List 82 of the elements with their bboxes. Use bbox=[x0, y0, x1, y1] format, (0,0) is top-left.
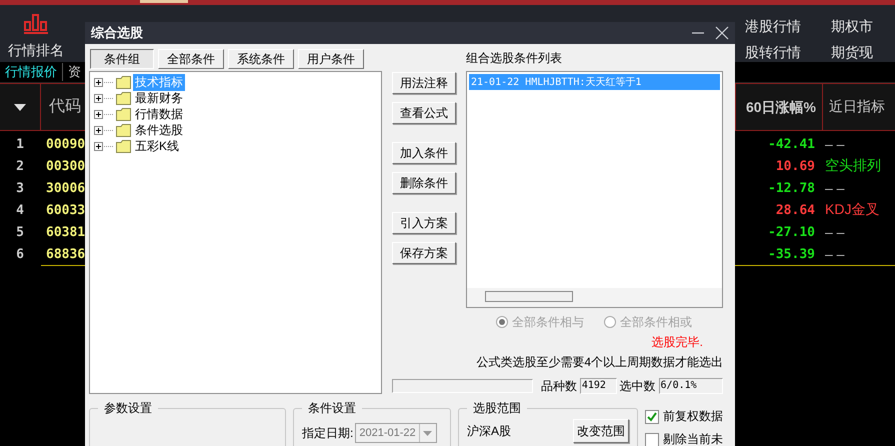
dropdown-caret-icon bbox=[423, 430, 432, 436]
indicator-signal: – – bbox=[824, 136, 846, 152]
folder-icon bbox=[116, 92, 131, 104]
column-header[interactable]: 近日指标 bbox=[823, 98, 885, 116]
change-value: -12.78 bbox=[767, 180, 815, 196]
indicator-signal: – – bbox=[824, 246, 846, 262]
nav-item[interactable]: 股转行情 bbox=[745, 44, 831, 62]
close-icon[interactable] bbox=[715, 26, 729, 40]
checkbox[interactable] bbox=[645, 410, 659, 424]
tab[interactable]: 用户条件 bbox=[298, 49, 364, 69]
tree-item[interactable]: 五彩K线 bbox=[133, 138, 182, 154]
tab[interactable]: 条件组 bbox=[90, 49, 154, 69]
row-number: 3 bbox=[15, 180, 25, 196]
change-value: 10.69 bbox=[774, 158, 815, 174]
group-title: 选股范围 bbox=[472, 400, 522, 417]
tree-item[interactable]: 条件选股 bbox=[133, 122, 185, 138]
checkbox[interactable] bbox=[645, 432, 659, 446]
count-field: 4192 bbox=[580, 378, 617, 394]
nav-item[interactable]: 港股行情 bbox=[745, 18, 831, 36]
bar-chart-icon[interactable] bbox=[24, 13, 48, 35]
active-indicator bbox=[140, 0, 188, 3]
hint-text: 公式类选股至少需要4个以上周期数据才能选出 bbox=[475, 354, 723, 371]
expand-icon[interactable] bbox=[94, 78, 114, 86]
status-message: 选股完毕. bbox=[650, 334, 704, 350]
scope-value: 沪深A股 bbox=[467, 422, 512, 440]
tab[interactable]: 系统条件 bbox=[228, 49, 294, 69]
dropdown-caret-icon[interactable] bbox=[14, 104, 26, 110]
action-button[interactable]: 用法注释 bbox=[392, 72, 456, 94]
expand-icon[interactable] bbox=[94, 142, 114, 150]
indicator-signal: 空头排列 bbox=[824, 157, 882, 175]
stock-code: 00300 bbox=[45, 158, 86, 174]
view-tab[interactable]: 行情报价 bbox=[0, 63, 63, 81]
folder-icon bbox=[116, 140, 131, 152]
action-button[interactable]: 加入条件 bbox=[392, 142, 456, 164]
count-label: 品种数 bbox=[540, 378, 577, 394]
action-button[interactable]: 保存方案 bbox=[392, 242, 456, 264]
action-button[interactable]: 引入方案 bbox=[392, 212, 456, 234]
tab[interactable]: 全部条件 bbox=[158, 49, 224, 69]
action-button[interactable]: 删除条件 bbox=[392, 172, 456, 194]
change-value: -42.41 bbox=[767, 136, 815, 152]
nav-item[interactable]: 行情排名 bbox=[8, 42, 64, 60]
horizontal-scrollbar[interactable] bbox=[467, 288, 722, 307]
nav-item[interactable]: 期货现 bbox=[831, 44, 877, 62]
folder-icon bbox=[116, 108, 131, 120]
row-number: 4 bbox=[15, 202, 25, 218]
folder-icon bbox=[116, 76, 131, 88]
selected-count-field: 6/0.1% bbox=[658, 378, 723, 394]
row-number: 1 bbox=[15, 136, 25, 152]
tree-item[interactable]: 行情数据 bbox=[133, 106, 185, 122]
radio-button[interactable] bbox=[604, 316, 616, 328]
change-value: -27.10 bbox=[767, 224, 815, 240]
indicator-signal: – – bbox=[824, 180, 846, 196]
change-value: -35.39 bbox=[767, 246, 815, 262]
expand-icon[interactable] bbox=[94, 94, 114, 102]
expand-icon[interactable] bbox=[94, 110, 114, 118]
stock-code: 30006 bbox=[45, 180, 86, 196]
indicator-signal: – – bbox=[824, 224, 846, 240]
date-label: 指定日期: bbox=[302, 424, 354, 442]
group-title: 参数设置 bbox=[103, 400, 153, 417]
indicator-signal: KDJ金叉 bbox=[824, 201, 880, 219]
change-scope-button[interactable]: 改变范围 bbox=[573, 419, 629, 443]
expand-icon[interactable] bbox=[94, 126, 114, 134]
list-title: 组合选股条件列表 bbox=[466, 50, 563, 67]
selected-count-label: 选中数 bbox=[620, 378, 656, 394]
stock-code: 00090 bbox=[45, 136, 86, 152]
date-dropdown[interactable]: 2021-01-22 bbox=[355, 423, 437, 443]
row-number: 2 bbox=[15, 158, 25, 174]
radio-button[interactable] bbox=[496, 316, 508, 328]
stock-code: 68836 bbox=[45, 246, 86, 262]
checkbox-label[interactable]: 剔除当前未 bbox=[663, 431, 723, 446]
group-title: 条件设置 bbox=[307, 400, 357, 417]
row-number: 6 bbox=[15, 246, 25, 262]
row-number: 5 bbox=[15, 224, 25, 240]
change-value: 28.64 bbox=[774, 202, 815, 218]
window-title: 综合选股 bbox=[91, 24, 144, 42]
folder-icon bbox=[116, 124, 131, 136]
checkbox-label[interactable]: 前复权数据 bbox=[663, 408, 723, 425]
stock-code: 60033 bbox=[45, 202, 86, 218]
action-button[interactable]: 查看公式 bbox=[392, 102, 456, 124]
stock-code: 60381 bbox=[45, 224, 86, 240]
tree-item[interactable]: 最新财务 bbox=[133, 90, 185, 106]
nav-item[interactable]: 期权市 bbox=[831, 18, 877, 36]
